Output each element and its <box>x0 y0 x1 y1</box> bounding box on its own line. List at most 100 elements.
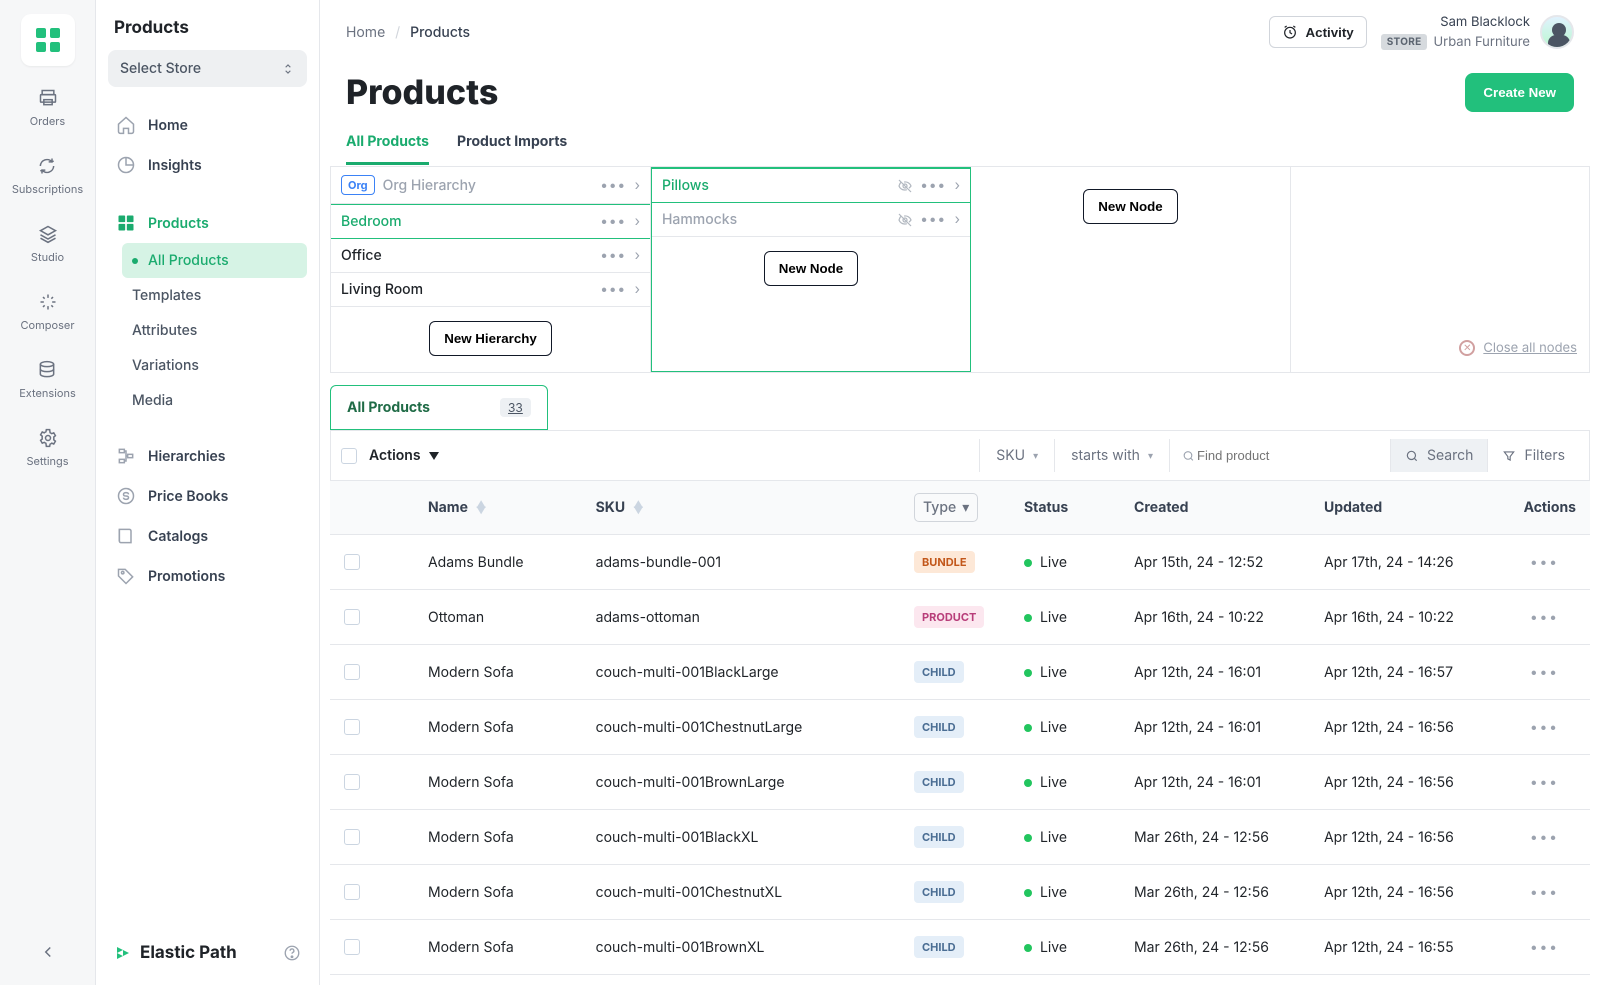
sidebar-item-insights[interactable]: Insights <box>108 145 307 185</box>
activity-button[interactable]: Activity <box>1269 16 1367 48</box>
store-selector[interactable]: Select Store <box>108 50 307 87</box>
rail-item-subscriptions[interactable]: Subscriptions <box>12 156 83 196</box>
row-actions-menu[interactable]: ••• <box>1531 939 1560 956</box>
brand-logo[interactable] <box>21 14 75 66</box>
sidebar-item-price-books[interactable]: Price Books <box>108 476 307 516</box>
row-actions-menu[interactable]: ••• <box>1531 554 1560 571</box>
sidebar-item-products[interactable]: Products <box>108 203 307 243</box>
row-checkbox[interactable] <box>344 719 360 735</box>
row-actions-menu[interactable]: ••• <box>1531 664 1560 681</box>
tab-all-products[interactable]: All Products <box>346 123 429 165</box>
search-button[interactable]: Search <box>1390 439 1487 472</box>
type-filter-dropdown[interactable]: Type▾ <box>914 493 978 522</box>
row-checkbox[interactable] <box>344 829 360 845</box>
eye-off-icon[interactable] <box>897 178 913 194</box>
close-all-nodes[interactable]: ✕ Close all nodes <box>1447 334 1589 362</box>
sidebar-item-home[interactable]: Home <box>108 105 307 145</box>
more-icon[interactable]: ••• <box>921 211 947 228</box>
status-dot-icon <box>1024 724 1032 732</box>
row-checkbox[interactable] <box>344 554 360 570</box>
search-input[interactable] <box>1195 447 1378 464</box>
hierarchy-row[interactable]: Bedroom•••› <box>331 204 650 239</box>
subtab-all-products[interactable]: All Products 33 <box>330 385 548 430</box>
more-icon[interactable]: ••• <box>601 177 627 194</box>
row-checkbox[interactable] <box>344 884 360 900</box>
search-button-label: Search <box>1427 447 1473 464</box>
rail-item-settings[interactable]: Settings <box>26 428 68 468</box>
table-row[interactable]: Adams Bundleadams-bundle-001BUNDLELiveAp… <box>330 535 1590 590</box>
store-selector-label: Select Store <box>120 60 201 77</box>
rail-item-composer[interactable]: Composer <box>21 292 75 332</box>
row-actions-menu[interactable]: ••• <box>1531 609 1560 626</box>
hierarchy-row[interactable]: Pillows•••› <box>652 168 970 203</box>
cell-updated: Apr 12th, 24 - 16:57 <box>1310 645 1500 700</box>
new-node-button[interactable]: New Node <box>1083 189 1177 224</box>
table-row[interactable]: Modern Sofacouch-multi-001ChestnutXLCHIL… <box>330 865 1590 920</box>
eye-off-icon[interactable] <box>897 212 913 228</box>
sidebar-item-all-products[interactable]: All Products <box>122 243 307 278</box>
user-name: Sam Blacklock <box>1440 14 1530 30</box>
sidebar-item-catalogs[interactable]: Catalogs <box>108 516 307 556</box>
sidebar-item-promotions[interactable]: Promotions <box>108 556 307 596</box>
new-node-button[interactable]: New Node <box>764 251 858 286</box>
user-menu[interactable]: Sam Blacklock STORE Urban Furniture <box>1381 14 1574 50</box>
table-row[interactable]: Modern Sofacouch-multi-001ChestnutLargeC… <box>330 700 1590 755</box>
sidebar-item-label: Attributes <box>132 322 197 339</box>
col-sku[interactable]: SKU <box>596 499 625 516</box>
table-row[interactable]: Modern Sofacouch-multi-001BlackXLCHILDLi… <box>330 810 1590 865</box>
row-actions-menu[interactable]: ••• <box>1531 884 1560 901</box>
tabs: All Products Product Imports <box>320 123 1600 166</box>
breadcrumb-home[interactable]: Home <box>346 24 385 41</box>
filters-label: Filters <box>1524 447 1565 464</box>
rail-item-orders[interactable]: Orders <box>30 88 65 128</box>
row-checkbox[interactable] <box>344 664 360 680</box>
row-actions-menu[interactable]: ••• <box>1531 774 1560 791</box>
tab-product-imports[interactable]: Product Imports <box>457 123 567 165</box>
chevron-right-icon: › <box>635 247 640 264</box>
type-badge: CHILD <box>914 936 964 958</box>
row-checkbox[interactable] <box>344 609 360 625</box>
select-all-checkbox[interactable] <box>341 448 357 464</box>
sidebar-item-hierarchies[interactable]: Hierarchies <box>108 436 307 476</box>
sidebar-item-media[interactable]: Media <box>122 383 307 418</box>
col-status[interactable]: Status <box>1024 499 1068 516</box>
cell-status: Live <box>1010 700 1120 755</box>
table-row[interactable]: Ottomanadams-ottomanPRODUCTLiveApr 16th,… <box>330 590 1590 645</box>
col-updated[interactable]: Updated <box>1324 499 1382 516</box>
help-icon[interactable] <box>283 944 301 962</box>
hierarchy-row[interactable]: Office•••› <box>331 239 650 273</box>
rail-item-extensions[interactable]: Extensions <box>19 360 76 400</box>
more-icon[interactable]: ••• <box>601 247 627 264</box>
more-icon[interactable]: ••• <box>921 177 947 194</box>
row-checkbox[interactable] <box>344 774 360 790</box>
table-row[interactable]: Modern Sofacouch-multi-001BrownLargeCHIL… <box>330 755 1590 810</box>
row-actions-menu[interactable]: ••• <box>1531 829 1560 846</box>
hierarchy-row[interactable]: Living Room•••› <box>331 273 650 307</box>
filter-op-dropdown[interactable]: starts with▾ <box>1055 439 1170 472</box>
bulk-actions-dropdown[interactable]: Actions <box>369 447 439 464</box>
rail-collapse[interactable] <box>39 943 57 961</box>
rail-item-studio[interactable]: Studio <box>31 224 64 264</box>
more-icon[interactable]: ••• <box>601 281 627 298</box>
new-hierarchy-button[interactable]: New Hierarchy <box>429 321 552 356</box>
sidebar-item-variations[interactable]: Variations <box>122 348 307 383</box>
hierarchy-column-4: ✕ Close all nodes <box>1291 167 1589 372</box>
filter-field-dropdown[interactable]: SKU▾ <box>980 439 1055 472</box>
more-icon[interactable]: ••• <box>601 213 627 230</box>
row-checkbox[interactable] <box>344 939 360 955</box>
hierarchy-row[interactable]: Hammocks•••› <box>652 203 970 237</box>
table-row[interactable]: Modern Sofacouch-multi-001BrownXLCHILDLi… <box>330 920 1590 975</box>
filters-button[interactable]: Filters <box>1487 439 1579 472</box>
col-created[interactable]: Created <box>1134 499 1188 516</box>
sidebar-item-attributes[interactable]: Attributes <box>122 313 307 348</box>
sort-icon[interactable]: ▲▼ <box>476 502 486 514</box>
row-actions-menu[interactable]: ••• <box>1531 719 1560 736</box>
hierarchy-row[interactable]: OrgOrg Hierarchy•••› <box>331 167 650 204</box>
active-dot-icon <box>132 258 138 264</box>
sidebar-item-templates[interactable]: Templates <box>122 278 307 313</box>
table-row[interactable]: Modern Sofacouch-multi-001BlackLargeCHIL… <box>330 645 1590 700</box>
pie-icon <box>116 155 136 175</box>
col-name[interactable]: Name <box>428 499 468 516</box>
create-new-button[interactable]: Create New <box>1465 73 1574 112</box>
sort-icon[interactable]: ▲▼ <box>633 502 643 514</box>
